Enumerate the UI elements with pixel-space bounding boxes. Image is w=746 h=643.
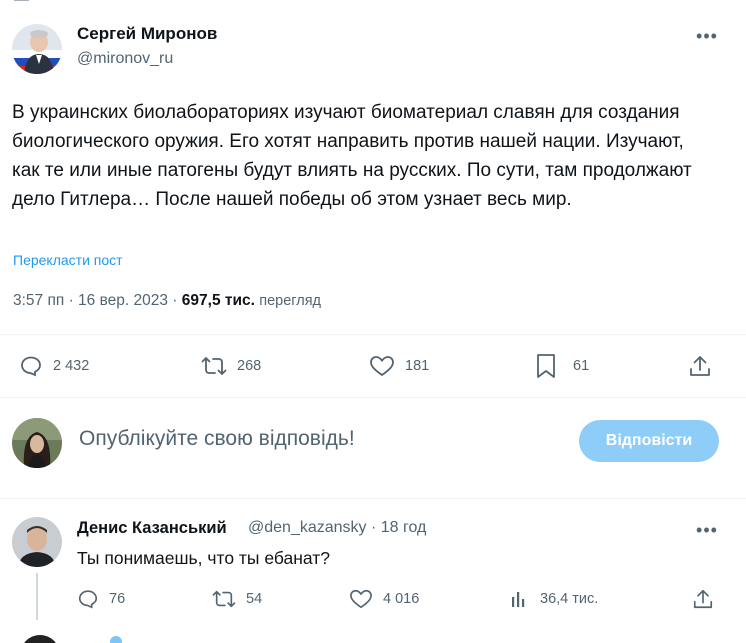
repost-count: 268: [237, 358, 262, 374]
verified-badge-icon: [110, 636, 122, 643]
comment-reply-count: 76: [109, 591, 126, 607]
author-avatar[interactable]: [12, 24, 62, 74]
bookmark-count: 61: [573, 358, 590, 374]
reply-action[interactable]: 2 432: [19, 348, 89, 384]
reply-button[interactable]: Відповісти: [579, 420, 719, 462]
more-options-button[interactable]: •••: [692, 26, 722, 46]
divider: [0, 334, 746, 335]
like-count: 181: [405, 358, 430, 374]
current-user-avatar[interactable]: [12, 418, 62, 468]
views-count: 697,5 тис.: [181, 292, 255, 309]
views-label: перегляд: [259, 293, 322, 309]
bar-chart-icon: [510, 589, 530, 609]
next-reply-avatar[interactable]: [20, 635, 60, 643]
tweet-actions-bar: 2 432 268 181 61: [0, 348, 746, 384]
reply-icon: [19, 354, 43, 378]
share-icon: [688, 354, 712, 378]
translate-post-link[interactable]: Перекласти пост: [13, 252, 123, 268]
repost-action[interactable]: 268: [201, 348, 261, 384]
commenter-name[interactable]: Денис Казанський: [77, 519, 227, 538]
tweet-time[interactable]: 3:57 пп: [13, 292, 64, 309]
previous-content-edge: —: [0, 0, 746, 8]
comment-actions-bar: 76 54 4 016 36,4 тис.: [0, 582, 746, 616]
more-horizontal-icon: •••: [696, 519, 718, 540]
comment-share-action[interactable]: [692, 582, 714, 616]
comment-text: Ты понимаешь, что ты ебанат?: [77, 548, 331, 568]
comment-like-count: 4 016: [383, 591, 420, 607]
bookmark-action[interactable]: 61: [535, 348, 589, 384]
bookmark-icon: [535, 353, 557, 379]
author-name[interactable]: Сергей Миронов: [77, 24, 217, 44]
like-action[interactable]: 181: [369, 348, 429, 384]
author-handle[interactable]: @mironov_ru: [77, 50, 173, 68]
meta-separator: ·: [366, 519, 381, 536]
tweet-text: В украинских биолабораториях изучают био…: [12, 102, 692, 210]
share-action[interactable]: [688, 348, 712, 384]
divider: [0, 498, 746, 499]
share-icon: [692, 588, 714, 610]
comment-views-action[interactable]: 36,4 тис.: [510, 582, 598, 616]
more-horizontal-icon: •••: [696, 25, 718, 46]
tweet-date[interactable]: 16 вер. 2023: [78, 292, 168, 309]
commenter-avatar[interactable]: [12, 517, 62, 567]
repost-icon: [201, 354, 227, 378]
comment-more-options-button[interactable]: •••: [692, 520, 722, 540]
comment-repost-count: 54: [246, 591, 263, 607]
comment-views-count: 36,4 тис.: [540, 591, 599, 607]
reply-icon: [77, 588, 99, 610]
commenter-meta: @den_kazansky · 18 год: [248, 519, 426, 537]
repost-icon: [212, 588, 236, 610]
meta-separator: ·: [64, 292, 79, 309]
comment-like-action[interactable]: 4 016: [349, 582, 419, 616]
comment-repost-action[interactable]: 54: [212, 582, 262, 616]
reply-input[interactable]: Опублікуйте свою відповідь!: [79, 427, 355, 451]
meta-separator: ·: [168, 292, 182, 309]
divider: [0, 397, 746, 398]
comment-reply-action[interactable]: 76: [77, 582, 125, 616]
reply-count: 2 432: [53, 358, 90, 374]
heart-icon: [349, 588, 373, 610]
heart-icon: [369, 354, 395, 378]
tweet-meta: 3:57 пп · 16 вер. 2023 · 697,5 тис. пере…: [13, 292, 321, 310]
commenter-handle[interactable]: @den_kazansky: [248, 519, 367, 536]
comment-time[interactable]: 18 год: [381, 519, 427, 536]
